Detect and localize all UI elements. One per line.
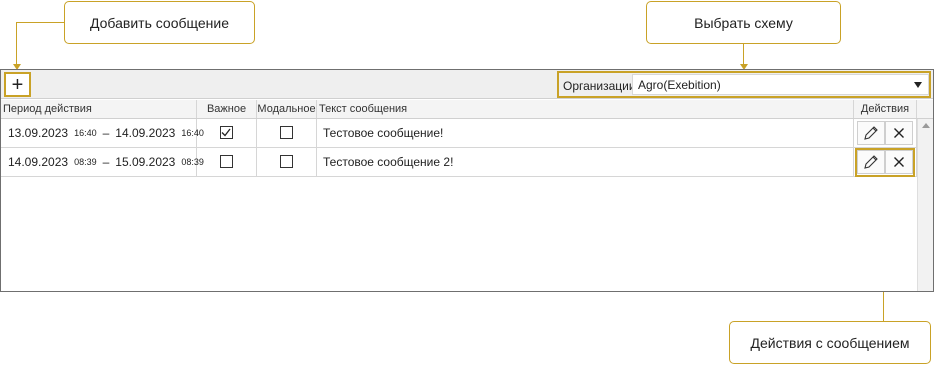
message-text: Тестовое сообщение 2! bbox=[317, 148, 854, 176]
period-cell: 14.09.2023 08:39 – 15.09.2023 08:39 bbox=[1, 148, 204, 176]
actions-cell bbox=[854, 119, 917, 147]
edit-button[interactable] bbox=[857, 150, 885, 174]
close-icon bbox=[894, 128, 904, 138]
important-checkbox[interactable] bbox=[219, 155, 233, 168]
end-date: 15.09.2023 bbox=[115, 155, 176, 169]
modal-checkbox[interactable] bbox=[279, 126, 293, 139]
delete-button[interactable] bbox=[885, 121, 913, 145]
pencil-icon bbox=[864, 126, 878, 140]
edit-button[interactable] bbox=[857, 121, 885, 145]
callout-choose-scheme-text: Выбрать схему bbox=[694, 14, 793, 31]
actions-group bbox=[857, 121, 913, 146]
org-label: Организации bbox=[563, 79, 636, 93]
period-cell: 13.09.2023 16:40 – 14.09.2023 16:40 bbox=[1, 119, 204, 147]
important-cell bbox=[197, 148, 257, 176]
connector-choose-scheme bbox=[743, 44, 744, 66]
close-icon bbox=[894, 157, 904, 167]
actions-cell bbox=[854, 148, 917, 177]
scroll-up-icon[interactable] bbox=[922, 123, 930, 128]
header-modal[interactable]: Модальное bbox=[257, 100, 317, 118]
actions-group-highlighted bbox=[855, 148, 915, 177]
header-important[interactable]: Важное bbox=[197, 100, 257, 118]
important-cell bbox=[197, 119, 257, 147]
add-message-button[interactable]: + bbox=[4, 72, 31, 97]
connector-add-message-v bbox=[16, 22, 17, 66]
vertical-scrollbar[interactable] bbox=[917, 119, 933, 291]
org-selector: Организации Agro(Exebition) bbox=[557, 71, 931, 98]
start-time: 16:40 bbox=[74, 128, 97, 138]
header-text[interactable]: Текст сообщения bbox=[317, 100, 854, 118]
connector-add-message-h bbox=[16, 22, 64, 23]
period-dash: – bbox=[102, 155, 110, 169]
messages-panel: + Организации Agro(Exebition) Период дей… bbox=[0, 69, 934, 292]
org-dropdown[interactable]: Agro(Exebition) bbox=[632, 74, 929, 95]
callout-message-actions: Действия с сообщением bbox=[729, 321, 931, 364]
header-period[interactable]: Период действия bbox=[1, 100, 197, 118]
toolbar: + Организации Agro(Exebition) bbox=[1, 70, 933, 99]
pencil-icon bbox=[864, 155, 878, 169]
table-row[interactable]: 13.09.2023 16:40 – 14.09.2023 16:40 Тест… bbox=[1, 119, 917, 148]
period-dash: – bbox=[102, 126, 110, 140]
org-dropdown-value: Agro(Exebition) bbox=[638, 78, 721, 92]
header-actions: Действия bbox=[854, 100, 917, 118]
callout-choose-scheme: Выбрать схему bbox=[646, 1, 841, 44]
callout-add-message-text: Добавить сообщение bbox=[90, 14, 229, 31]
start-time: 08:39 bbox=[74, 157, 97, 167]
callout-message-actions-text: Действия с сообщением bbox=[750, 334, 910, 351]
check-icon bbox=[221, 128, 231, 137]
plus-icon: + bbox=[11, 73, 24, 96]
important-checkbox[interactable] bbox=[219, 126, 233, 139]
caret-down-icon bbox=[914, 82, 922, 88]
callout-add-message: Добавить сообщение bbox=[64, 1, 255, 44]
modal-cell bbox=[257, 148, 317, 176]
modal-cell bbox=[257, 119, 317, 147]
end-date: 14.09.2023 bbox=[115, 126, 176, 140]
message-text: Тестовое сообщение! bbox=[317, 119, 854, 147]
start-date: 14.09.2023 bbox=[8, 155, 69, 169]
table-row[interactable]: 14.09.2023 08:39 – 15.09.2023 08:39 Тест… bbox=[1, 148, 917, 177]
start-date: 13.09.2023 bbox=[8, 126, 69, 140]
modal-checkbox[interactable] bbox=[279, 155, 293, 168]
delete-button[interactable] bbox=[885, 150, 913, 174]
